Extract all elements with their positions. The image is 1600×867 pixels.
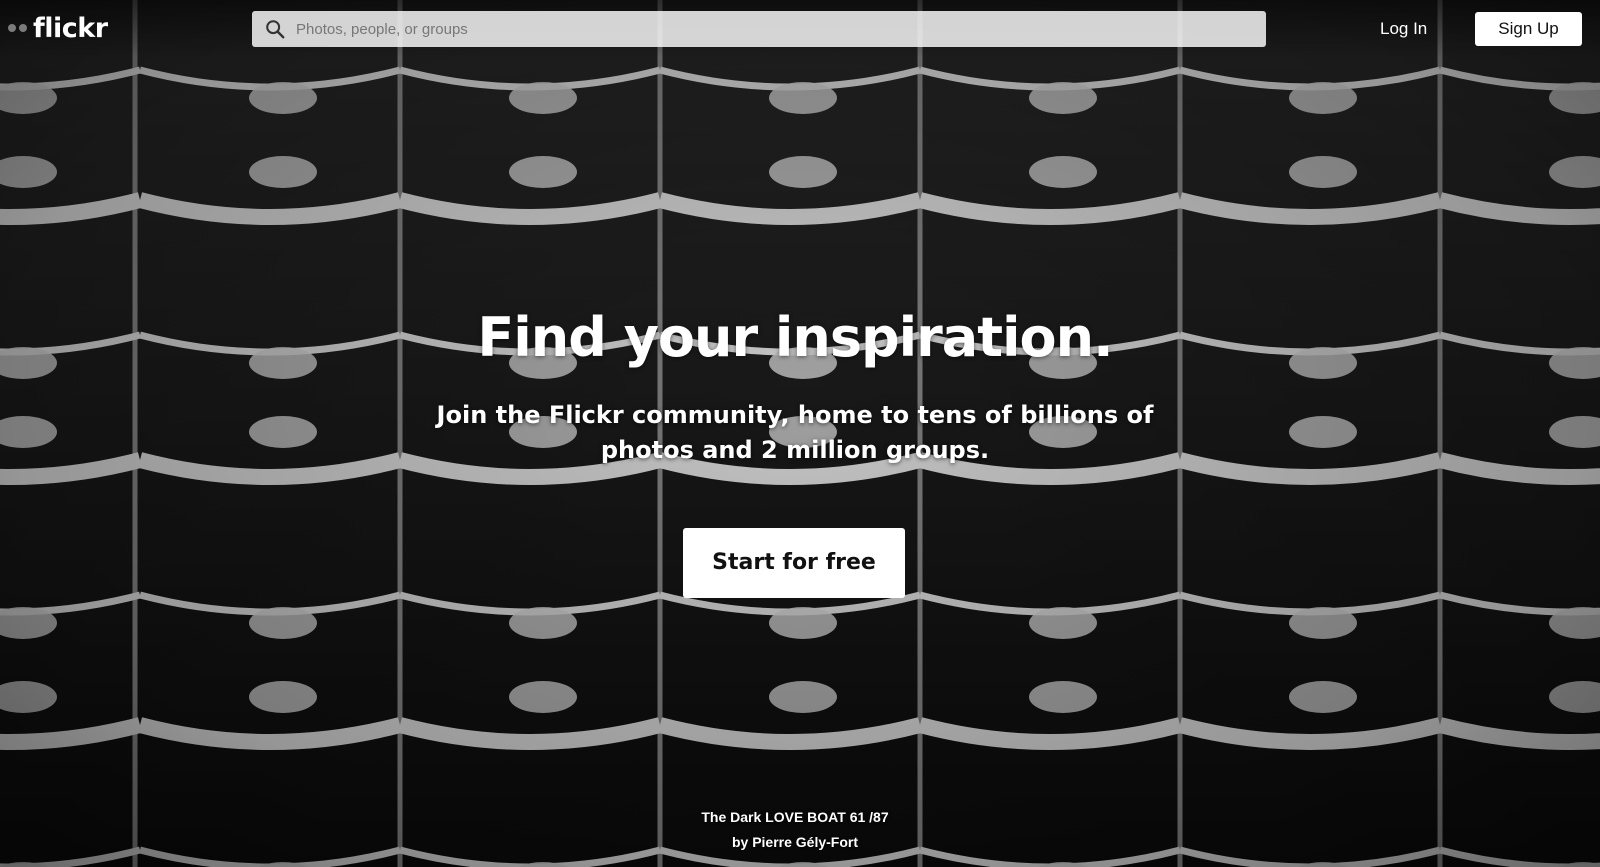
start-for-free-button[interactable]: Start for free <box>683 528 905 598</box>
landing-page: flickr Log In Sign Up Find your inspirat… <box>0 0 1600 867</box>
search-bar[interactable] <box>252 11 1266 47</box>
photo-credit-by-prefix: by <box>731 834 749 850</box>
signup-button[interactable]: Sign Up <box>1475 12 1582 46</box>
top-navigation-bar: flickr Log In Sign Up <box>0 0 1600 58</box>
flickr-dots-icon <box>8 24 27 32</box>
search-icon[interactable] <box>264 18 286 40</box>
hero-subtitle: Join the Flickr community, home to tens … <box>436 401 1154 464</box>
hero-title: Find your inspiration. <box>477 306 1113 369</box>
photo-credit-title[interactable]: The Dark LOVE BOAT 61 /87 <box>0 809 1590 825</box>
photo-credit-author-link[interactable]: Pierre Gély-Fort <box>752 834 858 850</box>
photo-credit-byline: by Pierre Gély-Fort <box>0 834 1590 850</box>
login-link[interactable]: Log In <box>1380 16 1427 42</box>
search-input[interactable] <box>294 13 1238 45</box>
flickr-logo[interactable]: flickr <box>8 10 108 46</box>
logo-text: flickr <box>33 12 108 44</box>
